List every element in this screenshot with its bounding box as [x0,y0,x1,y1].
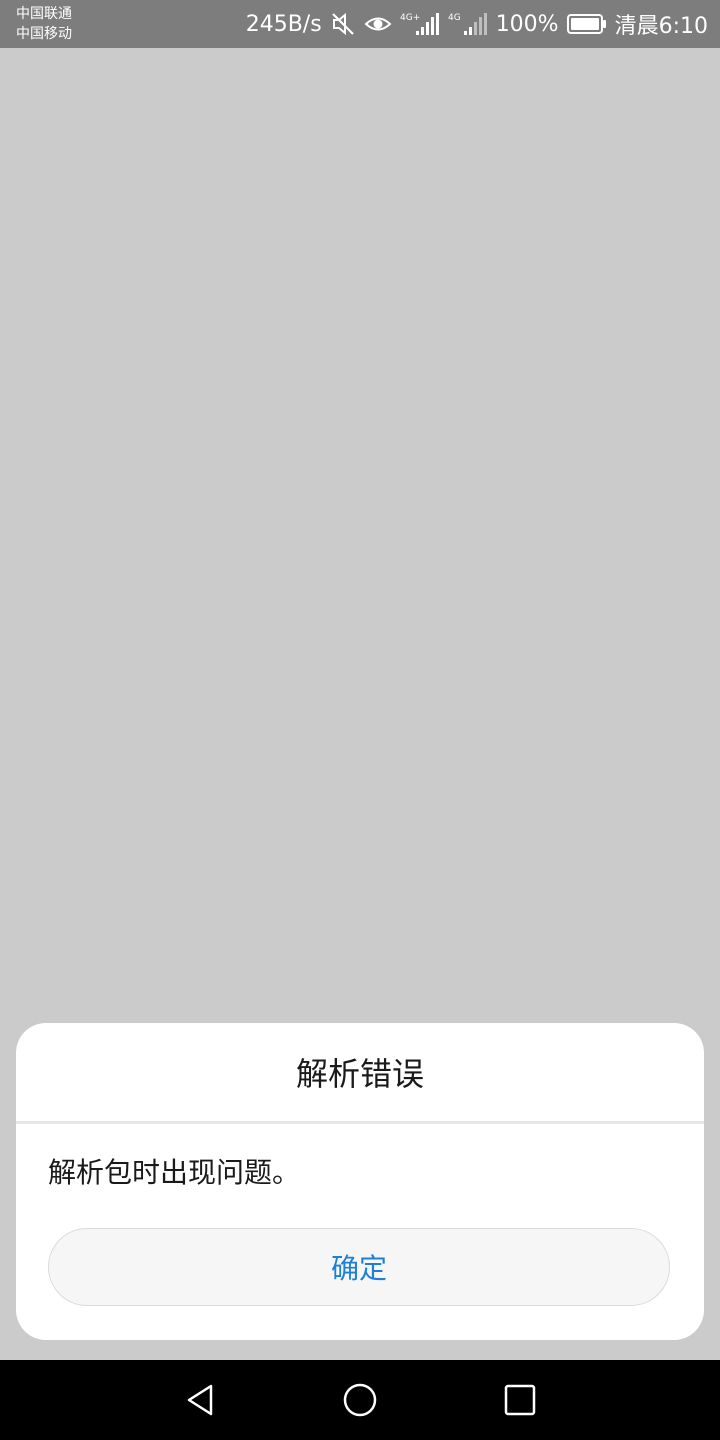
signal-1-label: 4G+ [400,13,420,23]
battery-icon [566,13,607,35]
signal-4g-plus-icon: 4G+ [400,11,440,37]
back-icon [187,1384,213,1416]
navigation-bar [0,1360,720,1440]
back-button[interactable] [180,1380,220,1420]
network-speed: 245B/s [245,11,322,37]
carrier-2: 中国移动 [16,26,72,42]
signal-2-label: 4G [448,13,461,23]
screen: 中国联通 中国移动 245B/s 4G+ 4G 100% 清晨6:10 解析错误… [0,0,720,1440]
battery-percent: 100% [495,11,559,37]
recent-apps-icon [504,1384,536,1416]
ok-button[interactable]: 确定 [48,1228,670,1306]
carrier-1: 中国联通 [16,6,72,22]
dialog-divider [16,1121,704,1124]
status-bar: 中国联通 中国移动 245B/s 4G+ 4G 100% 清晨6:10 [0,0,720,48]
dialog-title: 解析错误 [295,1055,424,1093]
carrier-labels: 中国联通 中国移动 [16,4,72,44]
mute-icon [330,11,356,37]
dialog-message: 解析包时出现问题。 [48,1156,301,1189]
signal-4g-icon: 4G [448,11,488,37]
eye-icon [364,13,392,35]
recent-apps-button[interactable] [500,1380,540,1420]
home-button[interactable] [340,1380,380,1420]
home-icon [343,1383,377,1417]
clock: 清晨6:10 [614,14,708,39]
parse-error-dialog: 解析错误 解析包时出现问题。 确定 [16,1023,704,1340]
status-indicators: 245B/s 4G+ 4G 100% 清晨6:10 [246,0,708,48]
